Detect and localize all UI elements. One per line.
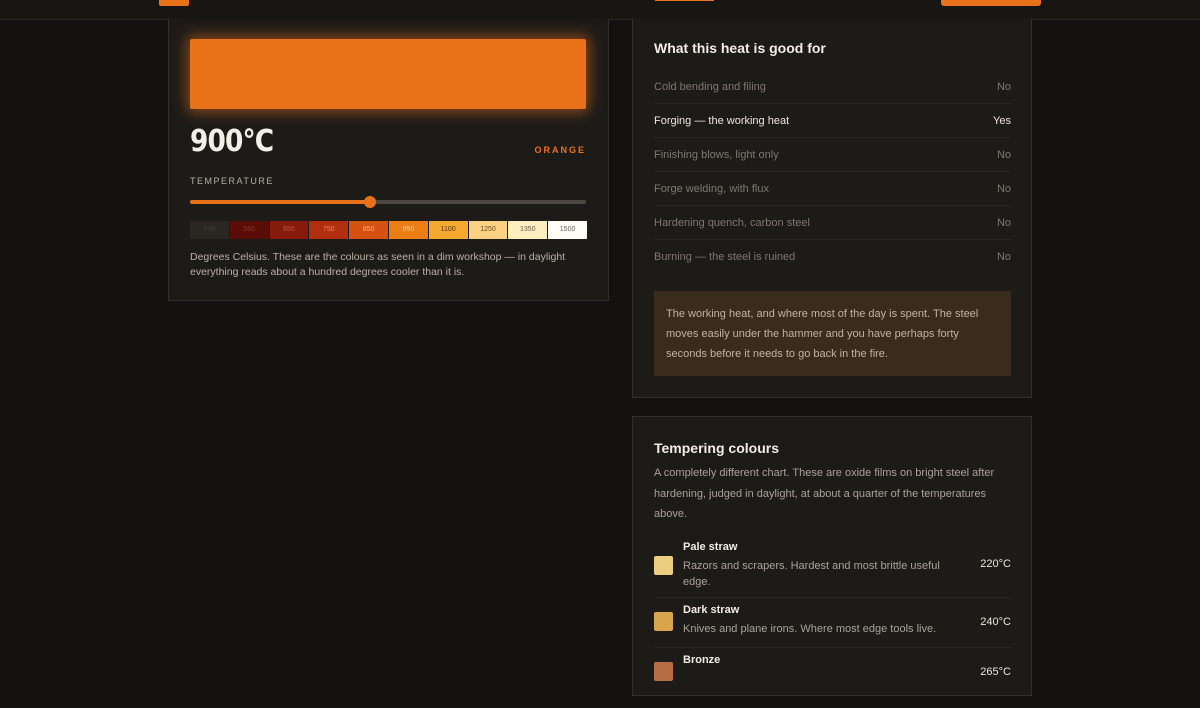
slider-fill (190, 200, 370, 204)
scale-cell[interactable]: 1100 (428, 221, 468, 239)
good-for-value: No (996, 182, 1011, 195)
temperature-readout: 900°C (190, 124, 274, 159)
good-for-row: Burning — the steel is ruined No (654, 240, 1011, 274)
tempering-list: Pale straw Razors and scrapers. Hardest a… (654, 539, 1011, 708)
tempering-temperature: 265°C (980, 666, 1011, 678)
scale-cell[interactable]: 400 (190, 221, 229, 239)
good-for-value: No (996, 251, 1011, 263)
good-for-row: Hardening quench, carbon steel No (654, 206, 1011, 240)
temperature-label: TEMPERATURE (190, 176, 274, 186)
brand-logo[interactable] (159, 0, 189, 6)
tempering-description: Razors and scrapers. Hardest and most br… (683, 560, 940, 588)
good-for-row: Cold bending and filing No (654, 70, 1011, 104)
scale-cell[interactable]: 950 (388, 221, 428, 239)
good-for-row: Forging — the working heat Yes (654, 104, 1011, 138)
good-for-label: Burning — the steel is ruined (654, 251, 796, 263)
temperature-slider[interactable] (190, 196, 586, 208)
top-bar (0, 0, 1200, 20)
tempering-temperature: 220°C (980, 558, 1011, 570)
good-for-list: Cold bending and filing No Forging — the w… (654, 70, 1011, 274)
good-for-title: What this heat is good for (654, 40, 826, 56)
heat-colour-swatch (190, 39, 586, 109)
scale-cell[interactable]: 1250 (468, 221, 508, 239)
colour-scale: 400 550 650 750 850 950 1100 1250 1350 1500 (190, 221, 587, 241)
tempering-description: Knives and plane irons. Where most edge … (683, 623, 937, 635)
good-for-value: Yes (993, 114, 1011, 127)
header-action-button[interactable] (941, 0, 1041, 6)
scale-cell[interactable]: 650 (269, 221, 309, 239)
good-for-value: No (996, 216, 1011, 229)
slider-thumb[interactable] (364, 196, 376, 208)
colour-name-label: ORANGE (534, 145, 586, 155)
good-for-label: Forge welding, with flux (654, 182, 769, 195)
tempering-row: Dark straw Knives and plane irons. Where … (654, 598, 1011, 648)
good-for-value: No (996, 148, 1011, 161)
tempering-name: Bronze (683, 654, 721, 666)
active-tab-indicator[interactable] (655, 0, 714, 1)
good-for-row: Finishing blows, light only No (654, 138, 1011, 172)
tempering-temperature: 240°C (980, 616, 1011, 628)
tempering-swatch (654, 662, 673, 681)
good-for-label: Cold bending and filing (654, 80, 766, 93)
good-for-row: Forge welding, with flux No (654, 172, 1011, 206)
heat-note: The working heat, and where most of the … (654, 291, 1011, 376)
tempering-name: Pale straw (683, 541, 738, 553)
good-for-label: Hardening quench, carbon steel (654, 216, 810, 229)
scale-cell[interactable]: 850 (349, 221, 388, 239)
scale-cell[interactable]: 550 (229, 221, 269, 239)
scale-cell[interactable]: 1350 (508, 221, 548, 239)
good-for-value: No (996, 80, 1011, 93)
tempering-row: Pale straw Razors and scrapers. Hardest a… (654, 539, 1011, 598)
good-for-label: Forging — the working heat (654, 114, 790, 127)
tempering-intro: A completely different chart. These are … (654, 467, 995, 520)
tempering-name: Dark straw (683, 604, 740, 616)
tempering-title: Tempering colours (654, 440, 779, 456)
good-for-label: Finishing blows, light only (654, 148, 779, 161)
scale-cell[interactable]: 1500 (548, 221, 587, 239)
tempering-row: Bronze 265°C (654, 648, 1011, 708)
tempering-swatch (654, 612, 673, 631)
heat-colour-card: 900°C ORANGE TEMPERATURE 400 550 650 750 850… (168, 19, 609, 301)
scale-cell[interactable]: 750 (309, 221, 349, 239)
scale-caption: Degrees Celsius. These are the colours a… (190, 251, 566, 278)
tempering-card: Tempering colours A completely different… (632, 416, 1032, 696)
good-for-card: What this heat is good for Cold bending … (632, 19, 1032, 398)
tempering-swatch (654, 556, 673, 575)
